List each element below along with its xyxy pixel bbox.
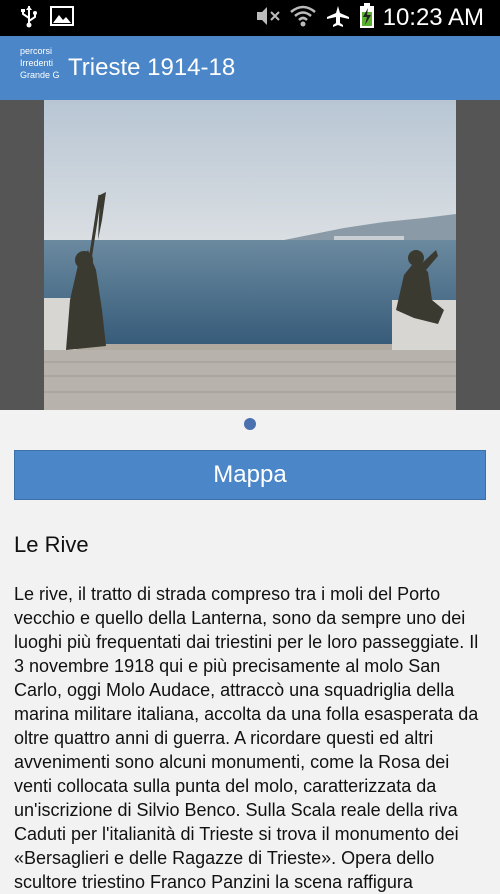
app-bar: percorsi Irredenti Grande G Trieste 1914…: [0, 36, 500, 100]
page-indicator: [0, 410, 500, 438]
gallery-photo[interactable]: [44, 100, 456, 410]
section-title: Le Rive: [14, 532, 89, 557]
clock-time: 10:23 AM: [382, 4, 484, 31]
logo-line-3: Grande G: [20, 70, 60, 80]
app-title: Trieste 1914-18: [68, 54, 236, 81]
logo-line-1: percorsi: [20, 46, 53, 56]
image-icon: [50, 5, 74, 31]
map-button[interactable]: Mappa: [14, 450, 486, 500]
usb-icon: [20, 4, 38, 33]
wifi-icon: [289, 4, 317, 33]
section-body-text: Le rive, il tratto di strada compreso tr…: [14, 584, 479, 892]
status-bar: 10:23 AM: [0, 0, 500, 36]
image-gallery[interactable]: [0, 100, 500, 410]
mute-icon: [253, 4, 281, 33]
battery-charging-icon: [359, 2, 375, 34]
page-indicator-dot-active[interactable]: [244, 418, 256, 430]
logo-line-2: Irredenti: [20, 58, 54, 68]
airplane-icon: [325, 4, 351, 33]
app-logo[interactable]: percorsi Irredenti Grande G: [20, 45, 60, 91]
